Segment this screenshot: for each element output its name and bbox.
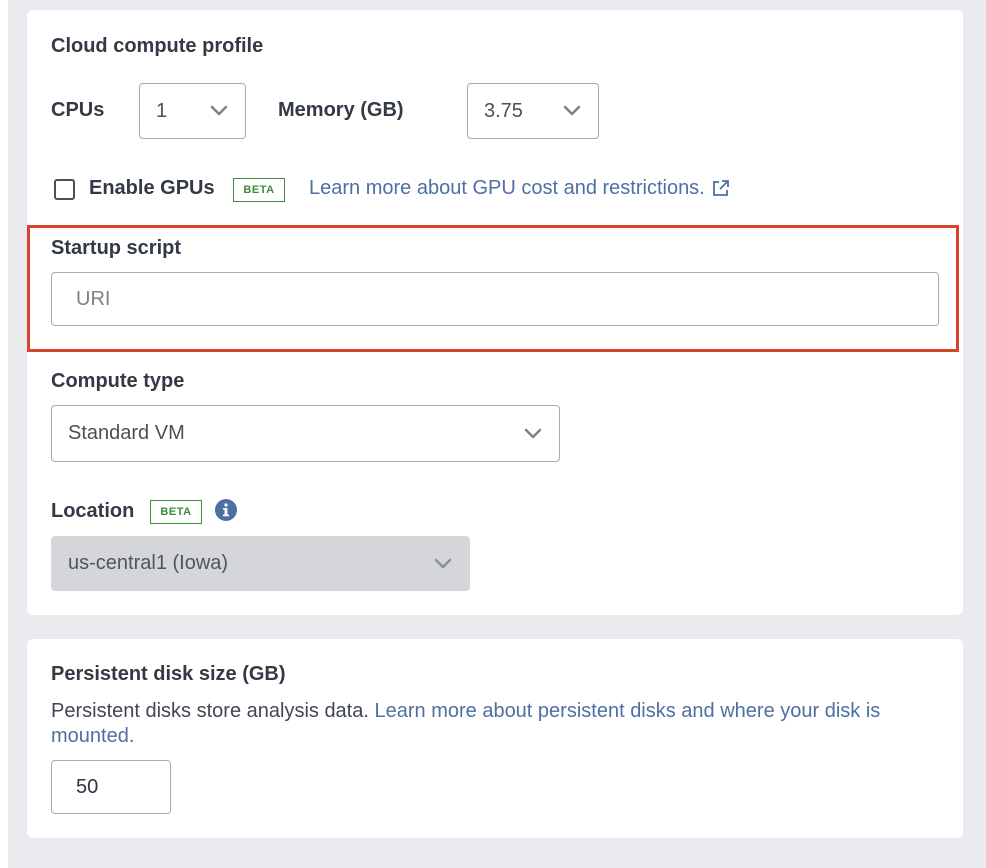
memory-select[interactable]: 3.75 xyxy=(467,83,599,139)
cpus-label: CPUs xyxy=(51,99,105,121)
location-beta-badge: BETA xyxy=(150,500,202,524)
enable-gpus-label: Enable GPUs xyxy=(89,177,215,199)
page-edge xyxy=(0,0,8,868)
chevron-down-icon xyxy=(523,424,543,444)
chevron-down-icon xyxy=(562,101,582,121)
startup-script-input[interactable] xyxy=(51,272,939,326)
location-label: Location xyxy=(51,500,135,522)
persistent-disk-description-text: Persistent disks store analysis data. xyxy=(51,700,369,722)
gpu-learn-more-link[interactable]: Learn more about GPU cost and restrictio… xyxy=(309,177,730,200)
info-icon[interactable] xyxy=(214,498,238,522)
chevron-down-icon xyxy=(209,101,229,121)
compute-type-value: Standard VM xyxy=(68,422,185,444)
enable-gpus-checkbox[interactable] xyxy=(54,179,75,200)
location-select: us-central1 (Iowa) xyxy=(51,536,470,591)
persistent-disk-title: Persistent disk size (GB) xyxy=(51,663,286,685)
cloud-compute-title: Cloud compute profile xyxy=(51,35,264,57)
gpu-learn-more-text: Learn more about GPU cost and restrictio… xyxy=(309,177,705,199)
persistent-disk-size-input[interactable] xyxy=(51,760,171,814)
compute-type-label: Compute type xyxy=(51,370,185,392)
external-link-icon xyxy=(711,179,730,198)
memory-value: 3.75 xyxy=(484,99,523,122)
startup-script-label: Startup script xyxy=(51,237,182,259)
chevron-down-icon xyxy=(433,554,453,574)
memory-label: Memory (GB) xyxy=(278,99,404,121)
persistent-disk-description: Persistent disks store analysis data. Le… xyxy=(51,699,931,749)
location-value: us-central1 (Iowa) xyxy=(68,552,229,574)
gpu-beta-badge: BETA xyxy=(233,178,285,202)
cpus-select[interactable]: 1 xyxy=(139,83,246,139)
compute-type-select[interactable]: Standard VM xyxy=(51,405,560,462)
cpus-value: 1 xyxy=(156,99,168,122)
